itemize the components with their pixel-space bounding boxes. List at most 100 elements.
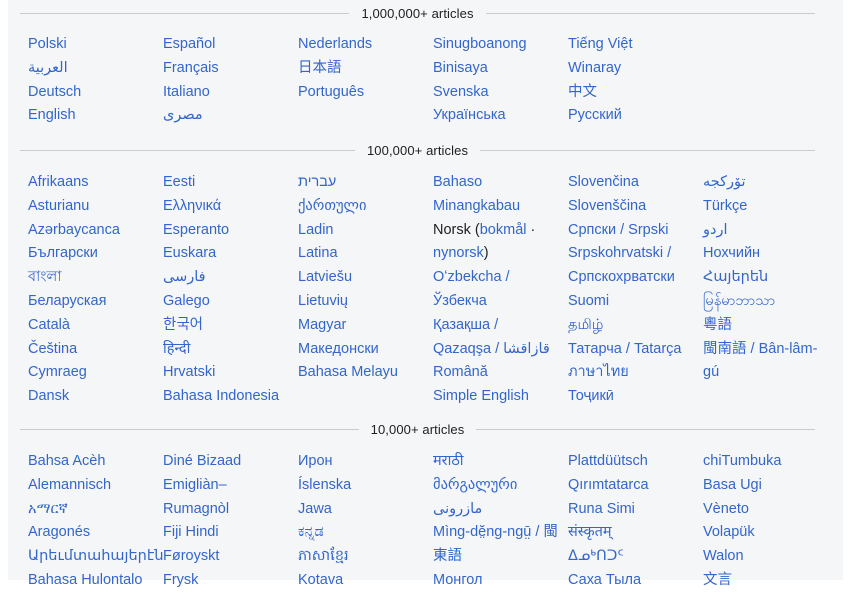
language-link[interactable]: Тоҷикӣ [568,385,695,409]
language-link[interactable]: Galego [163,290,290,314]
language-link[interactable]: 文言 [703,569,830,593]
language-link[interactable]: Slovenščina [568,195,695,219]
language-link[interactable]: 中文 [568,81,695,105]
language-link[interactable]: 閩南語 / Bân-lâm-gú [703,338,830,386]
language-link[interactable]: Polski [28,33,155,57]
language-link[interactable]: Українська [433,104,560,128]
language-link[interactable]: Vèneto [703,498,830,522]
language-link[interactable]: Tiếng Việt [568,33,695,57]
language-link[interactable]: Runa Simi [568,498,695,522]
language-link[interactable]: Italiano [163,81,290,105]
language-link[interactable]: ភាសាខ្មែរ [298,545,425,569]
language-link[interactable]: Plattdüütsch [568,450,695,474]
language-link[interactable]: 粵語 [703,314,830,338]
language-link[interactable]: Euskara [163,242,290,266]
language-link[interactable]: Ladin [298,219,425,243]
language-link[interactable]: Română [433,361,560,385]
language-link[interactable]: বাংলা [28,266,155,290]
language-link[interactable]: English [28,104,155,128]
language-link[interactable]: Саха Тыла [568,569,695,593]
language-link[interactable]: ภาษาไทย [568,361,695,385]
language-link[interactable]: Frysk [163,569,290,593]
language-link[interactable]: עברית [298,171,425,195]
language-link[interactable]: Hrvatski [163,361,290,385]
language-link[interactable]: Català [28,314,155,338]
language-link[interactable]: Basa Ugi [703,474,830,498]
language-link[interactable]: bokmål [480,222,527,238]
language-link[interactable]: 한국어 [163,314,290,338]
language-link[interactable]: Srpskohrvatski / Српскохрватски [568,242,695,290]
language-link[interactable]: Bahasa Melayu [298,361,425,385]
language-link[interactable]: Føroyskt [163,545,290,569]
language-link[interactable]: Cymraeg [28,361,155,385]
language-link[interactable]: Jawa [298,498,425,522]
language-link[interactable]: Esperanto [163,219,290,243]
language-link[interactable]: Հայերեն [703,266,830,290]
language-link[interactable]: nynorsk [433,245,484,261]
language-link[interactable]: Արեւմտահայերէն [28,545,164,569]
language-link[interactable]: فارسی [163,266,290,290]
language-link[interactable]: Slovenčina [568,171,695,195]
language-link[interactable]: تۆرکجه [703,171,830,195]
language-link[interactable]: Magyar [298,314,425,338]
language-link[interactable]: მარგალური [433,474,560,498]
language-link[interactable]: Türkçe [703,195,830,219]
language-link[interactable]: தமிழ் [568,314,695,338]
language-link[interactable]: Oʻzbekcha / Ўзбекча [433,266,560,314]
language-link[interactable]: Suomi [568,290,695,314]
language-link[interactable]: Español [163,33,290,57]
language-link[interactable]: Sinugboanong [433,33,560,57]
language-link[interactable]: Winaray [568,57,695,81]
language-link[interactable]: አማርኛ [28,498,155,522]
language-link[interactable]: Русский [568,104,695,128]
language-link[interactable]: Íslenska [298,474,425,498]
language-link[interactable]: مصرى [163,104,290,128]
language-link[interactable]: Bahsa Acèh [28,450,155,474]
language-link[interactable]: مازرونی [433,498,560,522]
language-link[interactable]: Қазақша / Qazaqşa / قازاقشا [433,314,560,362]
language-link[interactable]: Svenska [433,81,560,105]
language-link[interactable]: Azərbaycanca [28,219,155,243]
language-link[interactable]: Alemannisch [28,474,155,498]
language-link[interactable]: Македонски [298,338,425,362]
language-link[interactable]: Asturianu [28,195,155,219]
language-link[interactable]: Simple English [433,385,560,409]
language-link[interactable]: Беларуская [28,290,155,314]
language-link[interactable]: Volapük [703,521,830,545]
language-link[interactable]: Mìng-dĕ̤ng-ngṳ̄ / 閩東語 [433,521,560,569]
language-link[interactable]: العربية [28,57,155,81]
language-link[interactable]: ქართული [298,195,425,219]
language-link[interactable]: Bahasa Hulontalo [28,569,155,593]
language-link[interactable]: Fiji Hindi [163,521,290,545]
language-link[interactable]: اردو [703,219,830,243]
language-link[interactable]: Татарча / Tatarça [568,338,695,362]
language-link[interactable]: Latviešu [298,266,425,290]
language-link[interactable]: Walon [703,545,830,569]
language-link[interactable]: Deutsch [28,81,155,105]
language-link[interactable]: Български [28,242,155,266]
language-link[interactable]: Binisaya [433,57,560,81]
language-link[interactable]: मराठी [433,450,560,474]
language-link[interactable]: Latina [298,242,425,266]
language-link[interactable]: Diné Bizaad [163,450,290,474]
language-link[interactable]: Монгол [433,569,560,593]
language-link[interactable]: Српски / Srpski [568,219,695,243]
language-link[interactable]: Nederlands [298,33,425,57]
language-link[interactable]: Emigliàn–Rumagnòl [163,474,290,522]
language-link[interactable]: Kotava [298,569,425,593]
language-link[interactable]: ಕನ್ನಡ [298,521,425,545]
language-link[interactable]: Afrikaans [28,171,155,195]
language-link[interactable]: Ирон [298,450,425,474]
language-link[interactable]: Lietuvių [298,290,425,314]
language-link[interactable]: Ελληνικά [163,195,290,219]
language-link[interactable]: संस्कृतम् [568,521,695,545]
language-link[interactable]: မြန်မာဘာသာ [703,290,830,314]
language-link[interactable]: Eesti [163,171,290,195]
language-link[interactable]: Qırımtatarca [568,474,695,498]
language-link[interactable]: ᐃᓄᒃᑎᑐᑦ [568,545,695,569]
language-link[interactable]: Bahaso Minangkabau [433,171,560,219]
language-link[interactable]: Нохчийн [703,242,830,266]
language-link[interactable]: 日本語 [298,57,425,81]
language-link[interactable]: Bahasa Indonesia [163,385,290,409]
language-link[interactable]: हिन्दी [163,338,290,362]
